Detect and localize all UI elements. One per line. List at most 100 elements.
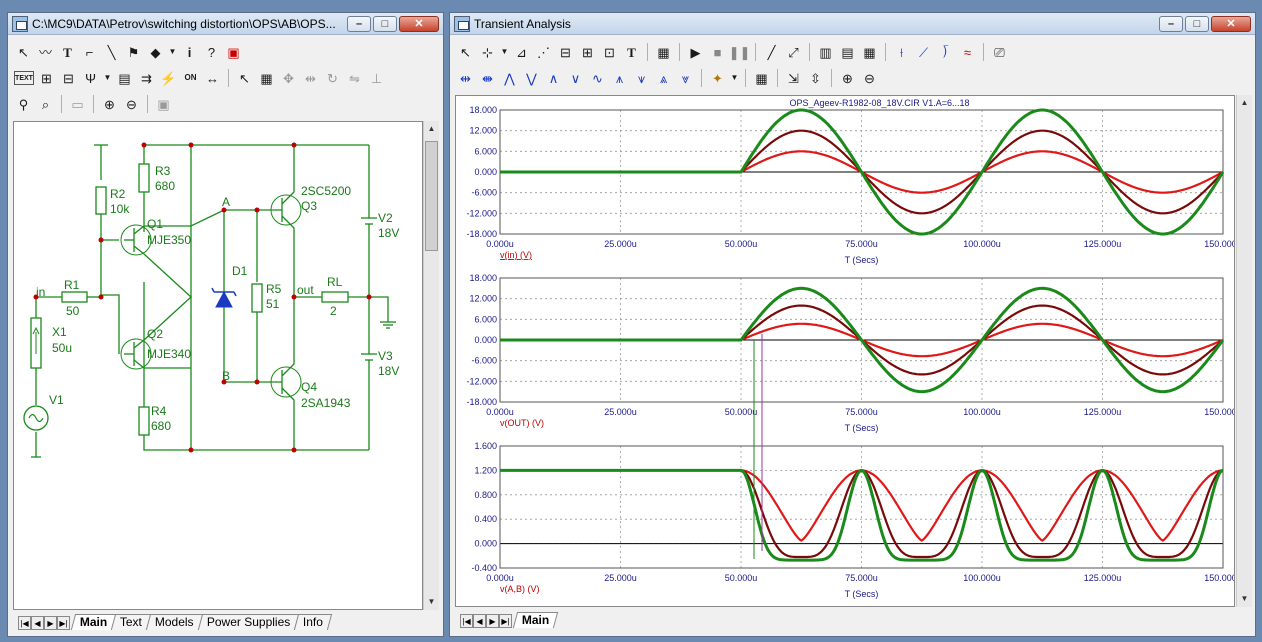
select-mode-icon[interactable]: ↖	[456, 42, 475, 62]
tab-next-icon[interactable]: ▶	[486, 614, 499, 628]
scroll-down-icon[interactable]: ▼	[424, 594, 439, 610]
linear-scale-icon[interactable]: ╱	[762, 42, 781, 62]
cursor-tracker-icon[interactable]: ⟋	[914, 42, 933, 62]
schematic-canvas[interactable]: R3 680 R2 10k Q1 MJE350 Q2 MJE340 R4 680…	[13, 121, 423, 610]
global-high-icon[interactable]: ⩚	[610, 68, 629, 88]
tab-main[interactable]: Main	[70, 614, 117, 630]
wire-ortho-icon[interactable]: ⌐	[80, 42, 99, 62]
plot-vscrollbar[interactable]: ▲ ▼	[1236, 95, 1252, 607]
low-icon[interactable]: ∨	[566, 68, 585, 88]
find-icon[interactable]: ⌕	[36, 94, 55, 114]
zoom-in-icon[interactable]: ⊕	[100, 94, 119, 114]
scroll-down-icon[interactable]: ▼	[1237, 591, 1252, 607]
tab-main[interactable]: Main	[512, 612, 559, 628]
y-range-icon[interactable]: ⇳	[806, 68, 825, 88]
flag-icon[interactable]: ⚑	[124, 42, 143, 62]
node-numbers-icon[interactable]: ⇉	[137, 68, 156, 88]
auto-scale-icon[interactable]: ⤢	[784, 42, 803, 62]
pin-markers-icon[interactable]: Ψ	[81, 68, 100, 88]
close-button[interactable]: ✕	[399, 16, 439, 32]
tab-next-icon[interactable]: ▶	[44, 616, 57, 630]
minimize-button[interactable]: –	[347, 16, 371, 32]
performance-tag-icon[interactable]: ⊡	[600, 42, 619, 62]
zoom-out-icon[interactable]: ⊖	[122, 94, 141, 114]
component-icon[interactable]: ▣	[224, 42, 243, 62]
show-attributes-icon[interactable]: ⊟	[59, 68, 78, 88]
properties-icon[interactable]: ▦	[654, 42, 673, 62]
transient-titlebar[interactable]: Transient Analysis – □ ✕	[450, 13, 1255, 35]
scroll-thumb[interactable]	[425, 141, 438, 251]
step-icon[interactable]: ✦	[708, 68, 727, 88]
probe-icon[interactable]: ⚲	[14, 94, 33, 114]
tab-models[interactable]: Models	[146, 614, 204, 630]
zoom-out-icon[interactable]: ⊖	[860, 68, 879, 88]
align-icon[interactable]: ⊥	[367, 68, 386, 88]
wire-mode-icon[interactable]: 〰	[36, 42, 55, 62]
pin-connect-icon[interactable]: ↔	[203, 68, 222, 88]
tab-power-supplies[interactable]: Power Supplies	[197, 614, 300, 630]
vertical-tag-icon[interactable]: ⊞	[578, 42, 597, 62]
step-dropdown-icon[interactable]: ▼	[730, 68, 739, 88]
pause-icon[interactable]: ❚❚	[729, 42, 751, 62]
valley-icon[interactable]: ⋁	[522, 68, 541, 88]
flip-icon[interactable]: ⇋	[345, 68, 364, 88]
mode-dropdown-icon[interactable]: ▼	[500, 42, 509, 62]
tab-first-icon[interactable]: |◀	[18, 616, 31, 630]
tab-prev-icon[interactable]: ◀	[31, 616, 44, 630]
schematic-titlebar[interactable]: C:\MC9\DATA\Petrov\switching distortion\…	[8, 13, 443, 35]
current-flow-icon[interactable]: ⚡	[159, 68, 178, 88]
scroll-up-icon[interactable]: ▲	[1237, 95, 1252, 111]
move-icon[interactable]: ✥	[279, 68, 298, 88]
grid-y-icon[interactable]: ▤	[838, 42, 857, 62]
top-icon[interactable]: ⩓	[654, 68, 673, 88]
camera-icon[interactable]: ▣	[154, 94, 173, 114]
peak-icon[interactable]: ⋀	[500, 68, 519, 88]
intercept-tracker-icon[interactable]: ⟌	[936, 42, 955, 62]
scroll-up-icon[interactable]: ▲	[424, 121, 439, 137]
mouse-tracker-icon[interactable]: ≈	[958, 42, 977, 62]
x-range-icon[interactable]: ⇲	[784, 68, 803, 88]
shape-dropdown-icon[interactable]: ▼	[168, 42, 177, 62]
page-view-icon[interactable]: ▭	[68, 94, 87, 114]
next-peak-icon[interactable]: ⇹	[456, 68, 475, 88]
high-icon[interactable]: ∧	[544, 68, 563, 88]
rotate-icon[interactable]: ↻	[323, 68, 342, 88]
zoom-in-icon[interactable]: ⊕	[838, 68, 857, 88]
tab-info[interactable]: Info	[294, 614, 333, 630]
shape-icon[interactable]: ◆	[146, 42, 165, 62]
on-state-icon[interactable]: ON	[181, 68, 200, 88]
horizontal-tag-icon[interactable]: ⊟	[556, 42, 575, 62]
global-low-icon[interactable]: ⩛	[632, 68, 651, 88]
close-button[interactable]: ✕	[1211, 16, 1251, 32]
schematic-vscrollbar[interactable]: ▲ ▼	[423, 121, 439, 610]
pointer-icon[interactable]: ↖	[235, 68, 254, 88]
info-icon[interactable]: i	[180, 42, 199, 62]
run-icon[interactable]: ▶	[686, 42, 705, 62]
point-tag-icon[interactable]: ⋰	[534, 42, 553, 62]
prev-peak-icon[interactable]: ⇼	[478, 68, 497, 88]
grid-text-icon[interactable]: ▤	[115, 68, 134, 88]
numeric-output-icon[interactable]: ▦	[752, 68, 771, 88]
tab-last-icon[interactable]: ▶|	[57, 616, 70, 630]
grid-x-icon[interactable]: ▥	[816, 42, 835, 62]
minimize-button[interactable]: –	[1159, 16, 1183, 32]
grid-xy-icon[interactable]: ▦	[860, 42, 879, 62]
text-mode-icon[interactable]: T	[58, 42, 77, 62]
stop-icon[interactable]: ■	[708, 42, 727, 62]
maximize-button[interactable]: □	[373, 16, 397, 32]
tracker-icon[interactable]: ⟊	[892, 42, 911, 62]
mirror-icon[interactable]: ⇹	[301, 68, 320, 88]
tab-first-icon[interactable]: |◀	[460, 614, 473, 628]
help-icon[interactable]: ?	[202, 42, 221, 62]
show-text-icon[interactable]: TEXT	[14, 71, 34, 85]
text-mode-icon[interactable]: T	[622, 42, 641, 62]
select-mode-icon[interactable]: ↖	[14, 42, 33, 62]
tab-last-icon[interactable]: ▶|	[499, 614, 512, 628]
scale-mode-icon[interactable]: ⊹	[478, 42, 497, 62]
plot-properties-icon[interactable]: ⎚	[990, 42, 1009, 62]
pin-dropdown-icon[interactable]: ▼	[103, 68, 112, 88]
line-icon[interactable]: ╲	[102, 42, 121, 62]
maximize-button[interactable]: □	[1185, 16, 1209, 32]
tab-prev-icon[interactable]: ◀	[473, 614, 486, 628]
show-values-icon[interactable]: ⊞	[37, 68, 56, 88]
